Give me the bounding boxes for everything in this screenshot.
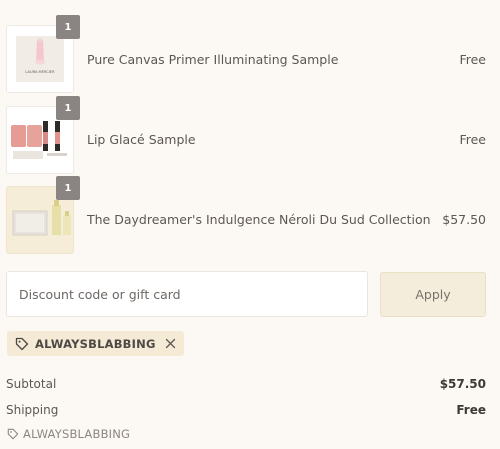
item-name: Lip Glacé Sample — [87, 132, 196, 147]
close-icon[interactable] — [165, 338, 176, 349]
quantity-badge: 1 — [56, 15, 80, 39]
quantity-badge: 1 — [56, 96, 80, 120]
quantity-badge: 1 — [56, 176, 80, 200]
shipping-label: Shipping — [6, 403, 59, 417]
cart-item: LAURA MERCIER 1 Pure Canvas Primer Illum… — [0, 15, 500, 95]
discount-code-input[interactable] — [6, 271, 368, 317]
subtotal-value: $57.50 — [439, 377, 486, 391]
apply-button[interactable]: Apply — [380, 272, 486, 317]
subtotal-label: Subtotal — [6, 377, 57, 391]
item-name: The Daydreamer's Indulgence Néroli Du Su… — [87, 212, 431, 227]
brand-label: LAURA MERCIER — [25, 70, 55, 74]
discount-code-row: ALWAYSBLABBING — [7, 427, 130, 441]
tag-icon — [7, 428, 19, 440]
discount-code-label: ALWAYSBLABBING — [23, 427, 131, 441]
cart-item: 1 The Daydreamer's Indulgence Néroli Du … — [0, 176, 500, 256]
cart-item: 1 Lip Glacé Sample Free — [0, 96, 500, 176]
shipping-value: Free — [456, 403, 486, 417]
item-price: $57.50 — [442, 212, 486, 227]
item-price: Free — [459, 52, 486, 67]
item-name: Pure Canvas Primer Illuminating Sample — [87, 52, 339, 67]
item-price: Free — [459, 132, 486, 147]
applied-discount-tag: ALWAYSBLABBING — [7, 331, 184, 356]
discount-tag-label: ALWAYSBLABBING — [35, 336, 156, 351]
tag-icon — [15, 337, 29, 350]
